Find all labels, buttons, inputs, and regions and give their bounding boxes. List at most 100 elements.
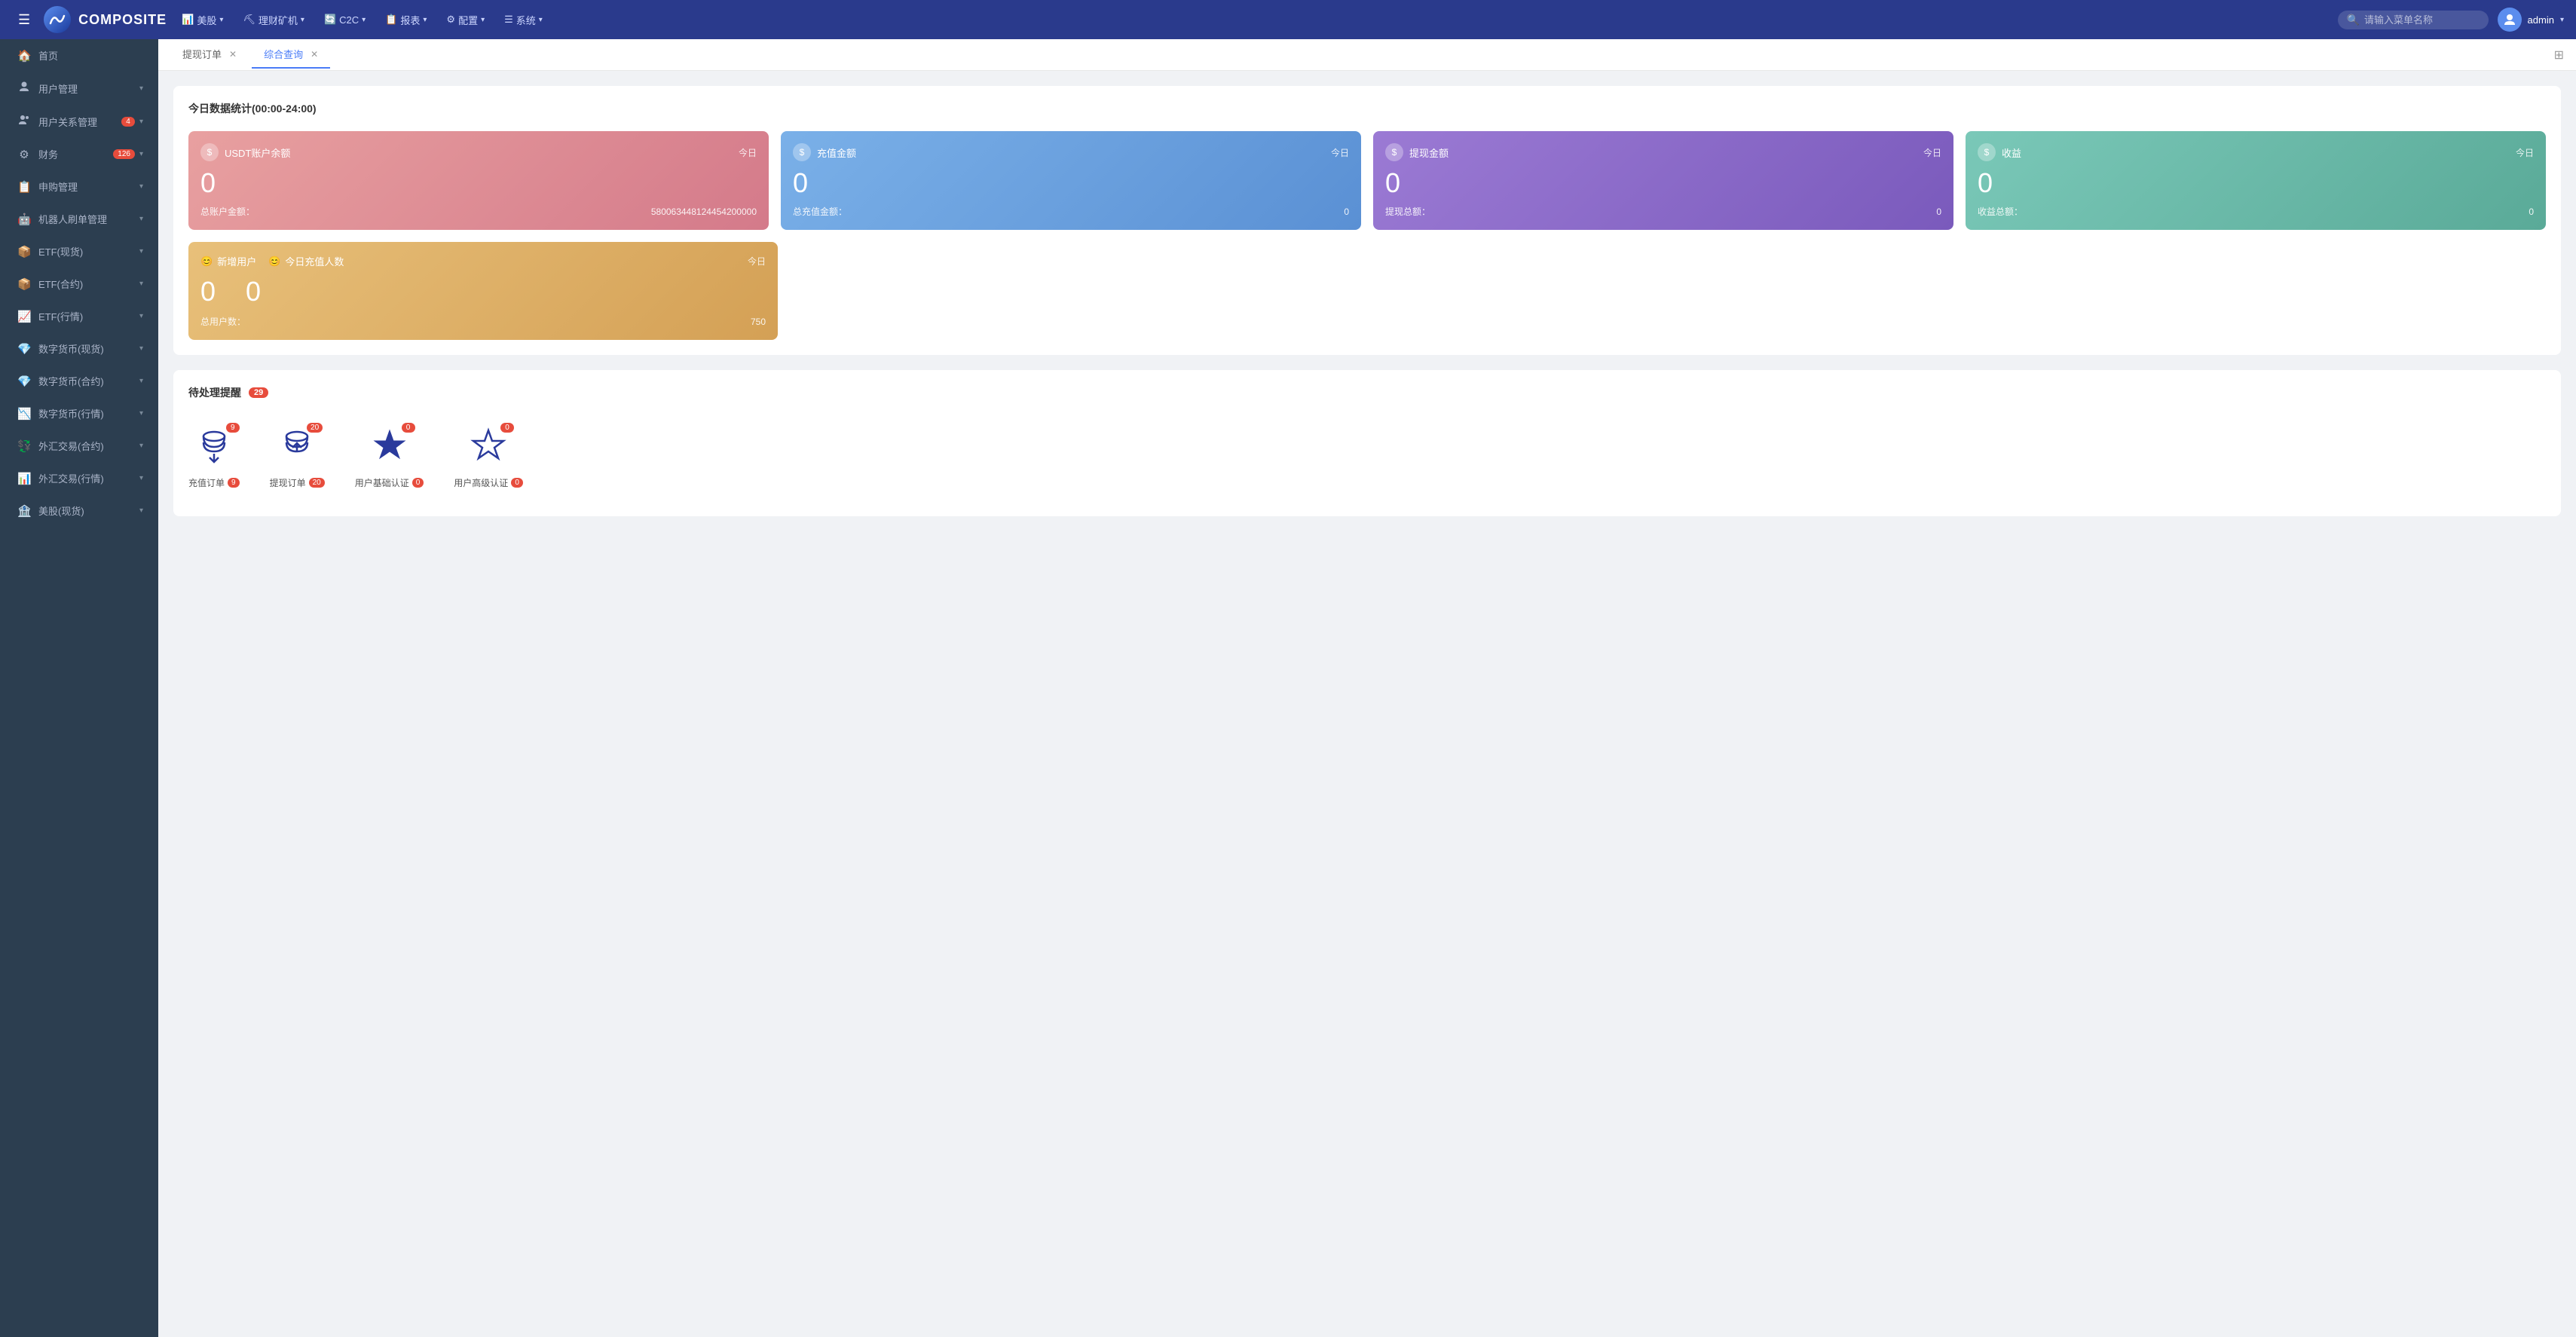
- page-content: 今日数据统计(00:00-24:00) $ USDT账户余额 今日 0: [158, 71, 2576, 1337]
- stat-card-value-withdraw: 0: [1385, 161, 1941, 205]
- sidebar-item-subscription[interactable]: 📋 申购管理 ▾: [0, 170, 158, 203]
- tab-withdraw-orders[interactable]: 提现订单 ✕: [170, 41, 249, 69]
- pending-item-recharge[interactable]: 9 充值订单 9: [188, 427, 240, 489]
- tab-comprehensive-query[interactable]: 综合查询 ✕: [252, 41, 330, 69]
- stat-card-footer-recharge: 总充值金额： 0: [793, 205, 1349, 218]
- nav-item-reports[interactable]: 📋 报表 ▾: [376, 8, 436, 32]
- sidebar-item-left-14: 📊 外汇交易(行情): [17, 471, 104, 485]
- sidebar-chevron-7: ▾: [139, 280, 143, 288]
- stat-card-title-row-withdraw: $ 提现金额: [1385, 143, 1449, 161]
- stat-card-title-recharge: 充值金额: [817, 145, 856, 160]
- pending-icon-wrap-basic-auth: 0: [372, 427, 408, 467]
- recharge-orders-icon: [196, 427, 232, 464]
- user-card-date: 今日: [748, 255, 766, 268]
- nav-item-system[interactable]: ☰ 系统 ▾: [495, 8, 552, 32]
- sidebar-item-etf-market[interactable]: 📈 ETF(行情) ▾: [0, 300, 158, 332]
- us-spot-icon: 🏦: [17, 504, 31, 518]
- hamburger-icon: ☰: [18, 12, 30, 27]
- user-stat-footer: 总用户数： 750: [200, 315, 766, 328]
- stat-footer-value-income: 0: [2529, 207, 2534, 217]
- stat-card-footer-income: 收益总额： 0: [1978, 205, 2534, 218]
- sidebar-item-finance[interactable]: ⚙ 财务 126 ▾: [0, 138, 158, 170]
- finance-badge: 126: [113, 149, 135, 159]
- sidebar-item-forex-contract[interactable]: 💱 外汇交易(合约) ▾: [0, 430, 158, 462]
- sidebar-chevron-10: ▾: [139, 377, 143, 385]
- nav-item-stocks[interactable]: 📊 美股 ▾: [173, 8, 232, 32]
- sidebar-label-robot: 机器人刷单管理: [38, 212, 107, 226]
- search-icon: 🔍: [2347, 14, 2360, 26]
- sidebar-item-crypto-contract[interactable]: 💎 数字货币(合约) ▾: [0, 365, 158, 397]
- robot-icon: 🤖: [17, 213, 31, 226]
- user-icon: [17, 81, 31, 96]
- chevron-icon-4: ▾: [423, 16, 427, 24]
- stat-card-footer-withdraw: 提现总额： 0: [1385, 205, 1941, 218]
- sidebar-label-us-spot: 美股(现货): [38, 503, 84, 518]
- sidebar-item-crypto-spot[interactable]: 💎 数字货币(现货) ▾: [0, 332, 158, 365]
- stat-card-value-recharge: 0: [793, 161, 1349, 205]
- etf-spot-icon: 📦: [17, 245, 31, 259]
- search-input[interactable]: [2364, 14, 2477, 26]
- sidebar-label-forex-contract: 外汇交易(合约): [38, 439, 104, 453]
- tabs-expand-icon[interactable]: ⊞: [2554, 49, 2564, 62]
- content-area: 提现订单 ✕ 综合查询 ✕ ⊞ 今日数据统计(00:00-24:00): [158, 39, 2576, 1337]
- tab-close-withdraw[interactable]: ✕: [229, 49, 237, 60]
- pending-item-basic-auth[interactable]: 0 用户基础认证 0: [355, 427, 424, 489]
- nav-label-config: 配置: [458, 13, 478, 27]
- pending-icons-row: 9 充值订单 9: [188, 415, 2546, 501]
- sidebar-item-us-spot[interactable]: 🏦 美股(现货) ▾: [0, 494, 158, 527]
- sidebar-label-subscription: 申购管理: [38, 179, 78, 194]
- withdraw-orders-badge: 20: [307, 423, 323, 433]
- pending-item-advanced-auth[interactable]: 0 用户高级认证 0: [454, 427, 523, 489]
- stat-card-icon-income: $: [1978, 143, 1996, 161]
- sidebar-label-forex-market: 外汇交易(行情): [38, 471, 104, 485]
- system-icon: ☰: [504, 14, 513, 26]
- sidebar-chevron-14: ▾: [139, 506, 143, 515]
- stat-footer-label-income: 收益总额：: [1978, 205, 2023, 218]
- stat-card-icon-usdt: $: [200, 143, 219, 161]
- sidebar-item-home[interactable]: 🏠 首页: [0, 39, 158, 72]
- pending-section-header: 待处理提醒 29: [188, 385, 2546, 400]
- nav-item-mining[interactable]: ⛏ 理财矿机 ▾: [234, 8, 314, 32]
- user-area[interactable]: admin ▾: [2498, 8, 2564, 32]
- nav-label-stocks: 美股: [197, 13, 216, 27]
- stat-footer-label-withdraw: 提现总额：: [1385, 205, 1430, 218]
- home-icon: 🏠: [17, 49, 31, 63]
- sidebar-item-etf-contract[interactable]: 📦 ETF(合约) ▾: [0, 268, 158, 300]
- sidebar-item-forex-market[interactable]: 📊 外汇交易(行情) ▾: [0, 462, 158, 494]
- stat-cards-grid: $ USDT账户余额 今日 0 总账户金额： 58006344812445420…: [188, 131, 2546, 230]
- sidebar-item-crypto-market[interactable]: 📉 数字货币(行情) ▾: [0, 397, 158, 430]
- c2c-icon: 🔄: [324, 14, 336, 26]
- search-box[interactable]: 🔍: [2338, 11, 2489, 29]
- sidebar-item-user-mgmt[interactable]: 用户管理 ▾: [0, 72, 158, 105]
- pending-item-withdraw[interactable]: 20 提现订单 20: [270, 427, 325, 489]
- user-stats-row: 😊 新增用户 😊 今日充值人数 今日 0: [188, 242, 2546, 340]
- nav-item-config[interactable]: ⚙ 配置 ▾: [437, 8, 494, 32]
- sidebar-item-user-relations[interactable]: 用户关系管理 4 ▾: [0, 105, 158, 138]
- recharge-count-icon: 😊: [268, 255, 280, 268]
- pending-label-badge-basic-auth: 0: [412, 478, 424, 488]
- subscription-icon: 📋: [17, 180, 31, 194]
- nav-item-c2c[interactable]: 🔄 C2C ▾: [315, 9, 375, 30]
- stat-card-title-row-usdt: $ USDT账户余额: [200, 143, 290, 161]
- sidebar-item-left-15: 🏦 美股(现货): [17, 503, 84, 518]
- sidebar-item-left-10: 💎 数字货币(现货): [17, 341, 104, 356]
- tab-close-comprehensive[interactable]: ✕: [311, 49, 318, 60]
- stats-section: 今日数据统计(00:00-24:00) $ USDT账户余额 今日 0: [173, 86, 2561, 355]
- sidebar-item-left-3: 用户关系管理: [17, 114, 97, 129]
- sidebar-label-etf-spot: ETF(现货): [38, 244, 83, 259]
- chevron-icon-5: ▾: [481, 16, 485, 24]
- stat-footer-label-usdt: 总账户金额：: [200, 205, 255, 218]
- sidebar-item-robot[interactable]: 🤖 机器人刷单管理 ▾: [0, 203, 158, 235]
- pending-label-basic-auth: 用户基础认证 0: [355, 476, 424, 489]
- hamburger-button[interactable]: ☰: [12, 9, 36, 31]
- sidebar-item-left-4: ⚙ 财务: [17, 147, 58, 161]
- tabs-bar: 提现订单 ✕ 综合查询 ✕ ⊞: [158, 39, 2576, 71]
- recharge-count-label: 今日充值人数: [285, 254, 344, 268]
- etf-market-icon: 📈: [17, 310, 31, 323]
- nav-menu: 📊 美股 ▾ ⛏ 理财矿机 ▾ 🔄 C2C ▾ 📋 报表 ▾ ⚙ 配置 ▾ ☰ …: [173, 8, 2331, 32]
- sidebar-label-etf-market: ETF(行情): [38, 309, 83, 323]
- stat-card-footer-usdt: 总账户金额： 580063448124454200000: [200, 205, 757, 218]
- pending-icon-wrap-recharge: 9: [196, 427, 232, 467]
- sidebar-item-etf-spot[interactable]: 📦 ETF(现货) ▾: [0, 235, 158, 268]
- forex-contract-icon: 💱: [17, 439, 31, 453]
